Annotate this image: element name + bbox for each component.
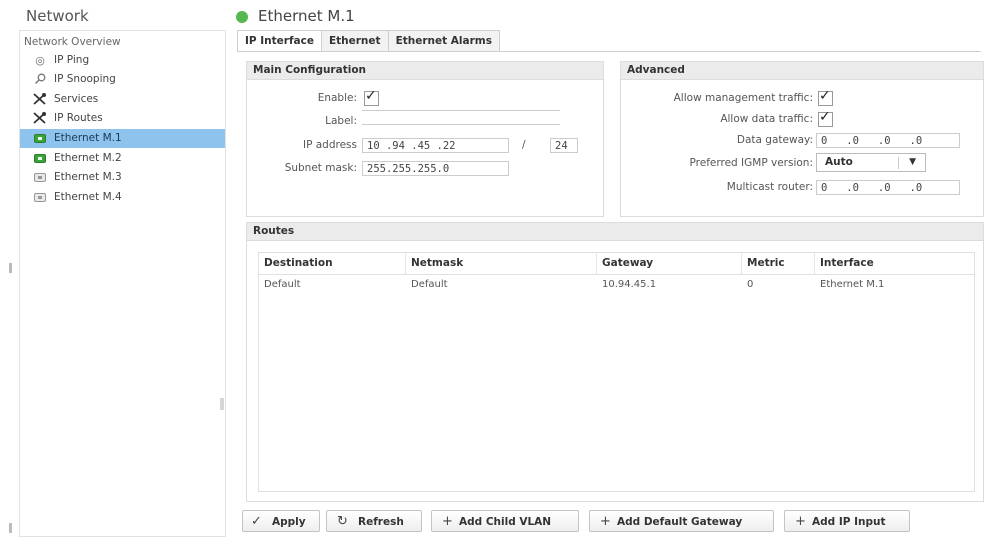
- scroll-marker: [9, 263, 12, 273]
- status-indicator: [236, 11, 248, 23]
- sidebar-item-label: IP Ping: [54, 54, 90, 66]
- sidebar-tree: Network Overview ◎ IP Ping IP Snooping S…: [19, 30, 226, 537]
- sidebar-item-network-overview[interactable]: Network Overview: [24, 36, 121, 48]
- scroll-marker: [9, 523, 12, 533]
- panel-title: Routes: [247, 223, 983, 241]
- subnet-mask-field[interactable]: 255.255.255.0: [362, 161, 509, 176]
- table-cell-interface: Ethernet M.1: [820, 279, 885, 290]
- page-title: Ethernet M.1: [258, 7, 355, 25]
- splitter-handle[interactable]: [220, 398, 224, 410]
- add-child-vlan-button[interactable]: + Add Child VLAN: [431, 510, 579, 532]
- add-default-gateway-label: Add Default Gateway: [617, 516, 743, 528]
- sidebar-title: Network: [26, 7, 89, 25]
- sidebar-item-label: IP Routes: [54, 112, 103, 124]
- sidebar-item-label: IP Snooping: [54, 73, 116, 85]
- multicast-router-field[interactable]: 0 .0 .0 .0: [816, 180, 960, 195]
- ip-address-field[interactable]: 10 .94 .45 .22: [362, 138, 509, 153]
- enable-checkbox[interactable]: [364, 88, 379, 106]
- table-header-row: Destination Netmask Gateway Metric Inter…: [259, 253, 974, 275]
- table-cell-metric: 0: [747, 279, 754, 290]
- main-configuration-panel: Main Configuration Enable: Label: IP add…: [246, 61, 604, 217]
- add-child-vlan-label: Add Child VLAN: [459, 516, 552, 528]
- sidebar-item-label: Ethernet M.3: [54, 171, 122, 183]
- enable-label: Enable:: [317, 92, 357, 104]
- ethernet-port-icon: [33, 171, 47, 183]
- sidebar-item-ethernet-m1[interactable]: Ethernet M.1: [20, 129, 225, 148]
- plus-icon: +: [442, 514, 453, 529]
- subnet-mask-label: Subnet mask:: [284, 162, 357, 174]
- apply-button-label: Apply: [272, 516, 306, 528]
- column-header-metric[interactable]: Metric: [742, 253, 815, 274]
- table-cell-gateway: 10.94.45.1: [602, 279, 657, 290]
- sidebar-item-services[interactable]: Services: [20, 90, 225, 109]
- column-header-interface[interactable]: Interface: [815, 253, 974, 274]
- label-field[interactable]: [362, 110, 560, 125]
- sidebar-item-ethernet-m3[interactable]: Ethernet M.3: [20, 168, 225, 187]
- refresh-icon: ↻: [337, 514, 348, 529]
- sidebar-item-label: Services: [54, 93, 99, 105]
- data-gateway-field[interactable]: 0 .0 .0 .0: [816, 133, 960, 148]
- ip-address-label: IP address: [302, 139, 357, 151]
- tab-ethernet-alarms[interactable]: Ethernet Alarms: [388, 30, 500, 52]
- add-ip-input-label: Add IP Input: [812, 516, 886, 528]
- ping-icon: ◎: [35, 53, 45, 67]
- igmp-version-value: Auto: [825, 156, 853, 168]
- multicast-router-label: Multicast router:: [726, 181, 813, 193]
- plus-icon: +: [795, 514, 806, 529]
- add-ip-input-button[interactable]: + Add IP Input: [784, 510, 910, 532]
- select-divider: [898, 157, 899, 169]
- sidebar-item-ip-snooping[interactable]: IP Snooping: [20, 70, 225, 89]
- tab-bar: IP Interface Ethernet Ethernet Alarms: [237, 30, 500, 52]
- sidebar-item-ethernet-m2[interactable]: Ethernet M.2: [20, 149, 225, 168]
- dropdown-arrow-icon: ▼: [909, 157, 916, 167]
- column-header-destination[interactable]: Destination: [259, 253, 406, 274]
- sidebar-item-ip-ping[interactable]: ◎ IP Ping: [20, 51, 225, 70]
- ethernet-port-icon: [33, 132, 47, 144]
- tab-divider: [237, 51, 981, 52]
- data-gateway-label: Data gateway:: [736, 134, 813, 146]
- tools-icon: [33, 112, 47, 124]
- allow-data-traffic-label: Allow data traffic:: [720, 113, 813, 125]
- refresh-button[interactable]: ↻ Refresh: [326, 510, 422, 532]
- sidebar-item-label: Ethernet M.1: [54, 132, 122, 144]
- sidebar-item-ip-routes[interactable]: IP Routes: [20, 109, 225, 128]
- ethernet-port-icon: [33, 191, 47, 203]
- refresh-button-label: Refresh: [358, 516, 404, 528]
- tab-ethernet[interactable]: Ethernet: [321, 30, 389, 52]
- allow-management-traffic-checkbox[interactable]: [818, 88, 833, 106]
- add-default-gateway-button[interactable]: + Add Default Gateway: [589, 510, 774, 532]
- magnifier-icon: [33, 73, 47, 85]
- routes-panel: Routes Destination Netmask Gateway Metri…: [246, 222, 984, 502]
- label-label: Label:: [325, 115, 357, 127]
- panel-title: Main Configuration: [247, 62, 603, 80]
- sidebar-item-label: Ethernet M.4: [54, 191, 122, 203]
- checkmark-icon: ✓: [251, 514, 262, 529]
- table-cell-netmask: Default: [411, 279, 448, 290]
- sidebar-item-ethernet-m4[interactable]: Ethernet M.4: [20, 188, 225, 207]
- igmp-version-select[interactable]: Auto ▼: [816, 153, 926, 172]
- column-header-gateway[interactable]: Gateway: [597, 253, 742, 274]
- preferred-igmp-version-label: Preferred IGMP version:: [689, 157, 814, 169]
- advanced-panel: Advanced Allow management traffic: Allow…: [620, 61, 984, 217]
- prefix-separator: /: [522, 139, 526, 151]
- ethernet-port-icon: [33, 152, 47, 164]
- apply-button[interactable]: ✓ Apply: [242, 510, 320, 532]
- sidebar-item-label: Ethernet M.2: [54, 152, 122, 164]
- allow-data-traffic-checkbox[interactable]: [818, 109, 833, 127]
- table-cell-destination: Default: [264, 279, 301, 290]
- allow-management-traffic-label: Allow management traffic:: [673, 92, 813, 104]
- tools-icon: [33, 93, 47, 105]
- panel-title: Advanced: [621, 62, 983, 80]
- plus-icon: +: [600, 514, 611, 529]
- routes-table: Destination Netmask Gateway Metric Inter…: [258, 252, 975, 492]
- column-header-netmask[interactable]: Netmask: [406, 253, 597, 274]
- tab-ip-interface[interactable]: IP Interface: [237, 30, 322, 52]
- prefix-length-field[interactable]: 24: [550, 138, 578, 153]
